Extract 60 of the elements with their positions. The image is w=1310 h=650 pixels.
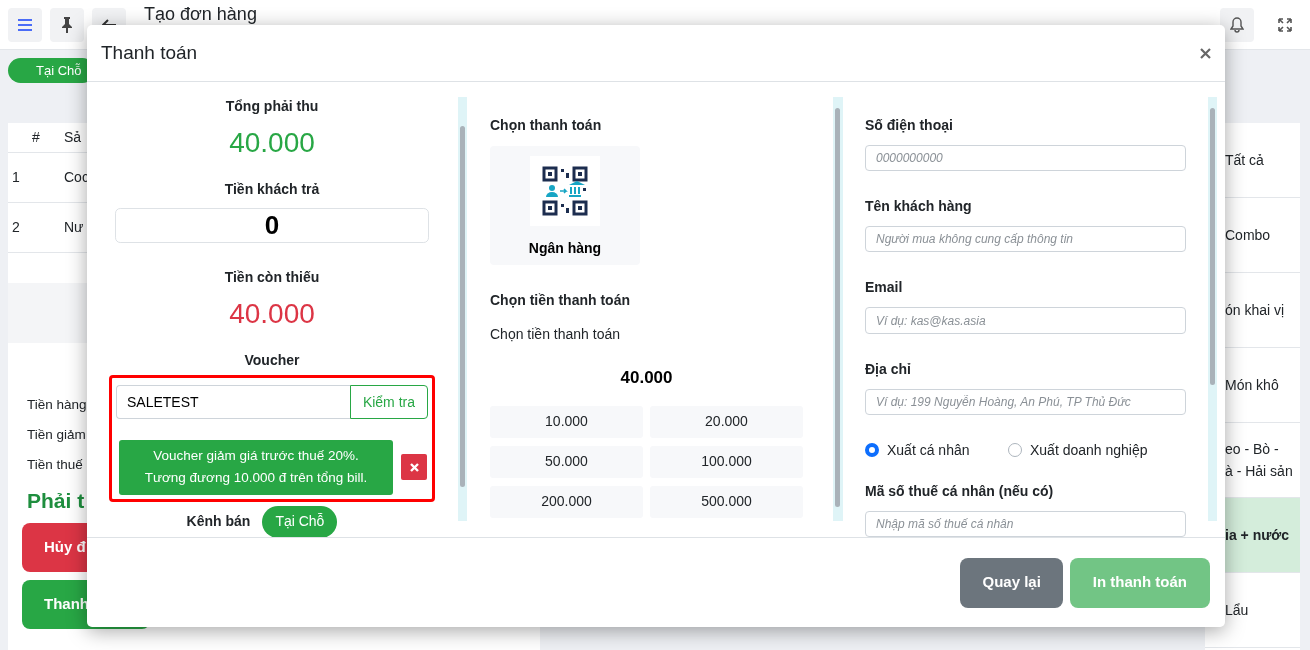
field-label: Email: [865, 278, 904, 298]
bell-icon: [1230, 16, 1244, 33]
close-icon: [1200, 48, 1211, 60]
footer-button[interactable]: Quay lại: [960, 557, 1063, 608]
total-label: Tiền hàng: [27, 396, 87, 414]
notification-button[interactable]: [1220, 7, 1254, 42]
hint-text: Chọn tiền thanh toán: [490, 325, 621, 344]
total-label: Tiền thuế: [27, 456, 83, 474]
field-label: Địa chỉ: [865, 359, 912, 379]
payment-method-card[interactable]: Ngân hàng: [490, 146, 640, 265]
voucher-message: Voucher giảm giá trước thuế 20%. Tương đương 10.000 đ trên tổng bill.: [119, 440, 393, 495]
scrollbar[interactable]: [833, 97, 843, 521]
table-cell-text: 2: [11, 218, 21, 237]
amount-due-label: Phải t: [27, 488, 85, 514]
table-cell-text: Nư: [64, 218, 84, 237]
page-title: Tạo đơn hàng: [144, 5, 257, 23]
input-field[interactable]: Ví dụ: 199 Nguyễn Hoàng, An Phú, TP Thủ Đức: [865, 388, 1186, 415]
input-field[interactable]: Ví dụ: kas@kas.asia: [865, 307, 1186, 334]
total-label: Tổng phải thu: [225, 97, 319, 116]
remaining-label: Tiền còn thiếu: [224, 268, 320, 287]
remove-voucher-button[interactable]: [401, 454, 427, 481]
fullscreen-icon: [1278, 17, 1292, 32]
field-label: Mã số thuế cá nhân (nếu có): [865, 481, 1055, 501]
voucher-input[interactable]: SALETEST: [116, 385, 350, 419]
dialog-title: Thanh toán: [101, 40, 198, 65]
input-field[interactable]: 0000000000: [865, 145, 1186, 172]
invoice-option[interactable]: Xuất cá nhân: [865, 439, 1008, 461]
field-label: Tên khách hàng: [865, 197, 973, 217]
menu-button[interactable]: [8, 7, 42, 42]
menu-icon: [18, 18, 32, 31]
amount-option[interactable]: 200.000: [490, 485, 643, 518]
amount-option[interactable]: 50.000: [490, 445, 643, 478]
scrollbar[interactable]: [1208, 97, 1217, 521]
channel-label: Kênh bán: [186, 512, 251, 532]
amount-option[interactable]: 10.000: [490, 405, 643, 438]
paid-label: Tiền khách trả: [224, 180, 320, 199]
total-amount: 40.000: [229, 129, 315, 157]
section-heading: Chọn tiền thanh toán: [490, 291, 631, 310]
section-heading: Chọn thanh toán: [490, 116, 603, 135]
remaining-amount: 40.000: [229, 300, 315, 328]
total-label: Tiền giảm: [27, 426, 86, 444]
input-field[interactable]: Người mua không cung cấp thông tin: [865, 226, 1186, 253]
invoice-option[interactable]: Xuất doanh nghiệp: [1008, 439, 1148, 461]
scrollbar[interactable]: [458, 97, 467, 521]
field-label: Số điện thoại: [865, 116, 954, 135]
amount-option[interactable]: 100.000: [650, 445, 803, 478]
input-field[interactable]: Nhập mã số thuế cá nhân: [865, 510, 1186, 537]
close-icon: [409, 462, 419, 472]
table-cell-text: Coc: [64, 168, 89, 187]
table-cell-text: 1: [11, 168, 21, 187]
column-header: Sả: [64, 128, 82, 147]
column-header: #: [31, 128, 41, 147]
pin-icon: [61, 16, 73, 33]
voucher-label: Voucher: [244, 351, 300, 370]
paid-input[interactable]: 0: [115, 208, 429, 243]
pin-button[interactable]: [50, 7, 84, 42]
amount-option[interactable]: 500.000: [650, 485, 803, 518]
qr-bank-icon: [542, 166, 588, 216]
amount-option[interactable]: 20.000: [650, 405, 803, 438]
payment-amount: 40.000: [619, 367, 674, 389]
